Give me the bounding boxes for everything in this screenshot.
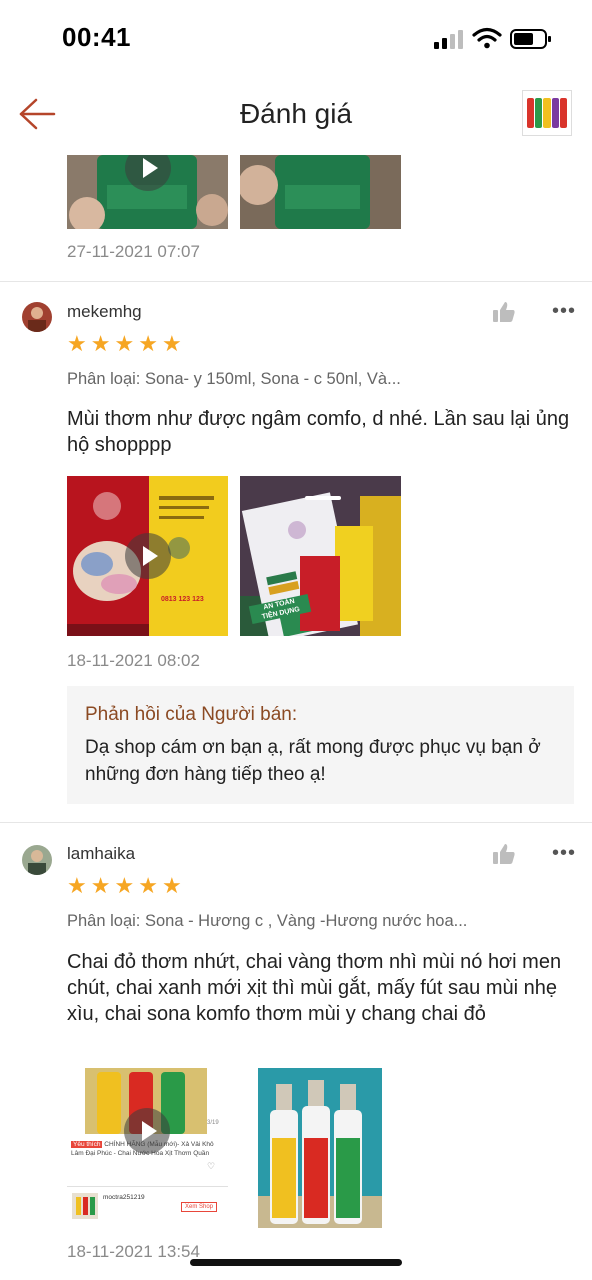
seller-reply: Phản hồi của Người bán: Dạ shop cám ơn b… xyxy=(67,686,574,804)
star-icon: ★ xyxy=(67,873,87,898)
more-options-icon[interactable]: ••• xyxy=(552,301,576,321)
home-indicator[interactable] xyxy=(190,1259,402,1266)
review-comment: Mùi thơm như được ngâm comfo, d nhé. Lần… xyxy=(67,408,570,456)
more-options-icon[interactable]: ••• xyxy=(552,843,576,863)
star-icon: ★ xyxy=(90,873,111,898)
thumbs-up-icon[interactable] xyxy=(492,843,516,865)
star-icon: ★ xyxy=(138,873,158,898)
heart-icon: ♡ xyxy=(207,1161,216,1171)
review-date: 27-11-2021 07:07 xyxy=(67,242,200,261)
page-title: Đánh giá xyxy=(239,98,353,129)
review-media-2[interactable] xyxy=(258,1068,382,1228)
bottle-red xyxy=(559,98,568,128)
media-phone-text: 0813 123 123 xyxy=(161,596,204,603)
bottle-green xyxy=(535,98,543,128)
star-icon: ★ xyxy=(67,331,87,356)
review-media-1[interactable] xyxy=(67,155,228,229)
variant-label: Phân loại: Sona- y 150ml, Sona - c 50nl,… xyxy=(67,370,401,388)
wifi-icon xyxy=(472,27,502,49)
review-media-1[interactable]: 3/19 Yêu thích CHÍNH HÃNG (Mẫu mới)- Xả … xyxy=(67,1068,228,1228)
play-icon[interactable] xyxy=(124,1108,170,1154)
review-comment: Chai đỏ thơm nhứt, chai vàng thơm nhì mù… xyxy=(67,951,562,1025)
bottle-red xyxy=(527,98,535,128)
seller-reply-title: Phản hồi của Người bán: xyxy=(85,704,298,725)
status-time: 00:41 xyxy=(62,22,131,52)
status-bar: 00:41 xyxy=(0,0,592,80)
seller-reply-text: Dạ shop cám ơn bạn ạ, rất mong được phục… xyxy=(85,737,541,785)
star-icon: ★ xyxy=(90,331,111,356)
product-thumbnail[interactable] xyxy=(522,90,572,136)
review-media-1[interactable]: 0813 123 123 xyxy=(67,476,228,636)
reviewer-name: mekemhg xyxy=(67,302,142,321)
divider xyxy=(0,822,592,823)
play-icon[interactable] xyxy=(124,533,171,579)
divider xyxy=(0,281,592,282)
review-media-2[interactable]: AN TOÀN TIỆN DỤNG xyxy=(240,476,401,636)
avatar[interactable] xyxy=(22,302,52,332)
rating-stars: ★ ★ ★ ★ ★ xyxy=(67,875,182,897)
media-counter: 3/19 xyxy=(207,1120,219,1126)
promo-tag: Yêu thích xyxy=(71,1141,103,1148)
header: Đánh giá xyxy=(0,80,592,150)
signal-icon xyxy=(434,30,463,49)
thumbs-up-icon[interactable] xyxy=(492,301,516,323)
star-icon: ★ xyxy=(114,331,135,356)
star-icon: ★ xyxy=(138,331,158,356)
review-media-2[interactable] xyxy=(240,155,401,229)
avatar[interactable] xyxy=(22,845,52,875)
view-shop-button: Xem Shop xyxy=(181,1202,218,1212)
star-icon: ★ xyxy=(161,331,182,356)
review-date: 18-11-2021 13:54 xyxy=(67,1242,200,1261)
bottle-purple xyxy=(551,98,559,128)
star-icon: ★ xyxy=(114,873,135,898)
review-date: 18-11-2021 08:02 xyxy=(67,651,200,670)
battery-icon xyxy=(510,29,551,49)
review-list[interactable]: 27-11-2021 07:07 mekemhg ••• ★ ★ ★ ★ ★ Phân … xyxy=(0,150,592,1280)
variant-label: Phân loại: Sona - Hương c , Vàng -Hương … xyxy=(67,912,468,930)
rating-stars: ★ ★ ★ ★ ★ xyxy=(67,333,182,355)
reviewer-name: lamhaika xyxy=(67,844,136,863)
bottle-yellow xyxy=(543,98,551,128)
shop-name: moctra251219 xyxy=(103,1194,145,1201)
star-icon: ★ xyxy=(161,873,182,898)
